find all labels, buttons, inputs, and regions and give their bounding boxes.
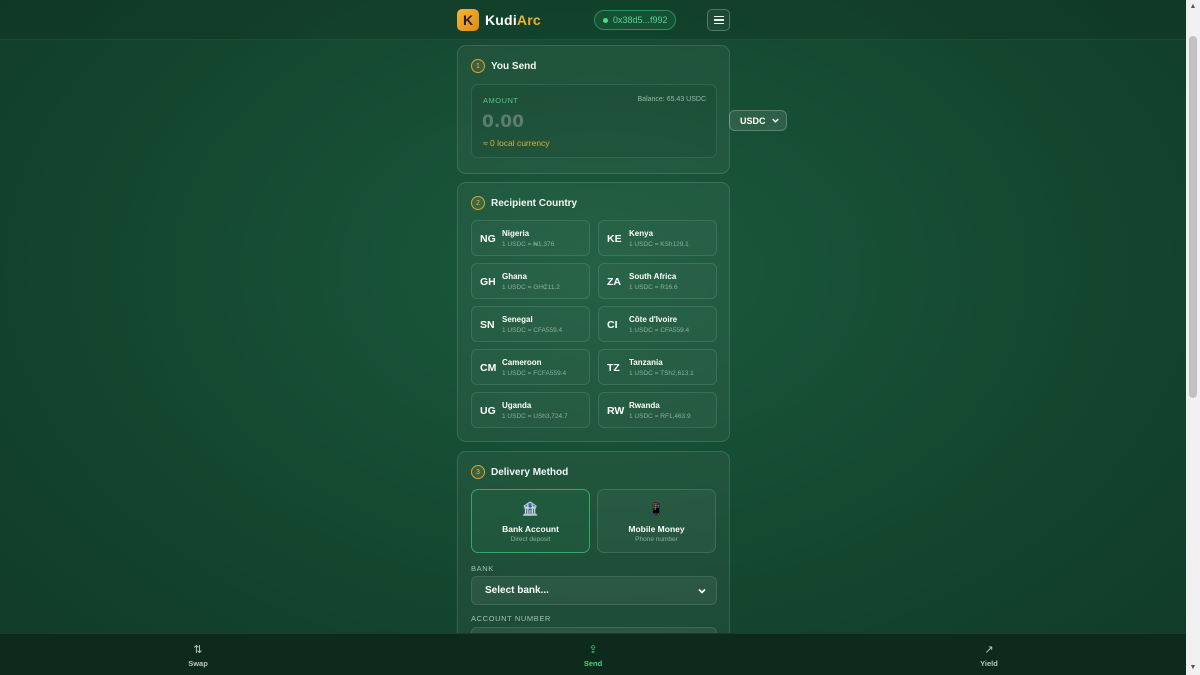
exchange-rate: 1 USDC = CFA559.4 [502,327,563,334]
exchange-rate: 1 USDC = TSh2,613.1 [629,370,694,377]
wallet-address-button[interactable]: 0x38d5...f992 [594,10,676,30]
bank-icon: 🏦 [522,501,539,516]
balance-text: Balance: 65.43 USDC [637,96,706,103]
method-name: Bank Account [502,524,559,534]
country-code: UG [480,405,496,417]
scrollbar-thumb[interactable] [1189,36,1197,398]
country-name: Uganda [502,401,532,410]
section-title: Delivery Method [491,466,569,478]
bank-select-value: Select bank... [485,585,549,596]
country-name: Nigeria [502,229,530,238]
country-option-ci[interactable]: CI Côte d'Ivoire 1 USDC = CFA559.4 [598,306,717,342]
country-option-ug[interactable]: UG Uganda 1 USDC = USh3,724.7 [471,392,590,428]
section-title: You Send [491,60,537,72]
trend-up-icon: ↗ [984,644,994,656]
phone-icon: 📱 [648,501,665,516]
top-bar: K KudiArc 0x38d5...f992 [0,0,1186,40]
country-code: RW [607,405,625,417]
scroll-up-arrow-icon[interactable]: ▲ [1186,0,1200,14]
exchange-rate: 1 USDC = CFA559.4 [629,327,690,334]
swap-icon: ⇅ [193,644,203,656]
amount-input[interactable] [482,111,642,133]
page-scrollbar[interactable]: ▲ ▼ [1186,0,1200,675]
nav-label: Yield [980,659,998,668]
menu-button[interactable] [707,9,730,31]
bottom-nav: ⇅ Swap ⇪ Send ↗ Yield [0,633,1186,675]
recipient-country-header: 2 Recipient Country [471,196,577,210]
recipient-country-card: 2 Recipient Country NG Nigeria 1 USDC = ₦1… [457,182,730,442]
currency-value: USDC [740,115,766,126]
country-option-gh[interactable]: GH Ghana 1 USDC = GH₵11.2 [471,263,590,299]
exchange-rate: 1 USDC = ₦1,376 [502,241,555,248]
country-code: ZA [607,276,621,288]
connected-status-dot [603,17,608,23]
exchange-rate: 1 USDC = USh3,724.7 [502,413,568,420]
exchange-rate: 1 USDC = FCFA559.4 [502,370,567,377]
delivery-method-header: 3 Delivery Method [471,465,568,479]
method-name: Mobile Money [628,524,685,534]
logo[interactable]: K KudiArc [457,9,541,31]
exchange-rate: 1 USDC = R16.6 [629,284,678,291]
amount-label: AMOUNT [483,96,519,105]
country-option-rw[interactable]: RW Rwanda 1 USDC = RF1,463.9 [598,392,717,428]
country-code: TZ [607,362,620,374]
country-option-sn[interactable]: SN Senegal 1 USDC = CFA559.4 [471,306,590,342]
wallet-address: 0x38d5...f992 [613,15,668,25]
section-title: Recipient Country [491,197,578,209]
logo-text: KudiArc [485,12,541,28]
you-send-header: 1 You Send [471,59,536,73]
account-number-label: ACCOUNT NUMBER [471,614,551,623]
method-subtitle: Direct deposit [510,536,551,543]
country-name: Côte d'Ivoire [629,315,678,324]
chevron-down-icon [772,118,779,123]
country-name: South Africa [629,272,677,281]
country-name: Senegal [502,315,533,324]
country-code: CI [607,319,618,331]
local-currency-estimate: ≈ 0 local currency [483,138,550,148]
country-code: NG [480,233,496,245]
chevron-down-icon [698,588,706,594]
nav-swap[interactable]: ⇅ Swap [168,643,228,668]
hamburger-icon [713,15,724,25]
country-name: Ghana [502,272,527,281]
country-code: KE [607,233,622,245]
step-badge: 3 [471,465,485,479]
country-name: Kenya [629,229,654,238]
bank-select[interactable]: Select bank... [471,576,717,605]
country-name: Rwanda [629,401,660,410]
currency-select[interactable]: USDC [729,110,787,131]
country-option-ng[interactable]: NG Nigeria 1 USDC = ₦1,376 [471,220,590,256]
exchange-rate: 1 USDC = GH₵11.2 [502,284,560,291]
method-mobile-money[interactable]: 📱 Mobile Money Phone number [597,489,716,553]
nav-yield[interactable]: ↗ Yield [959,643,1019,668]
country-option-ke[interactable]: KE Kenya 1 USDC = KSh129.1 [598,220,717,256]
country-code: CM [480,362,497,374]
nav-label: Send [583,659,603,668]
country-name: Tanzania [629,358,663,367]
country-code: GH [480,276,496,288]
exchange-rate: 1 USDC = RF1,463.9 [629,413,691,420]
scroll-down-arrow-icon[interactable]: ▼ [1186,661,1200,675]
nav-send[interactable]: ⇪ Send [563,643,623,668]
you-send-card: 1 You Send AMOUNT Balance: 65.43 USDC ≈ … [457,45,730,174]
country-option-tz[interactable]: TZ Tanzania 1 USDC = TSh2,613.1 [598,349,717,385]
method-subtitle: Phone number [635,536,678,543]
send-icon: ⇪ [588,644,598,656]
country-option-za[interactable]: ZA South Africa 1 USDC = R16.6 [598,263,717,299]
country-code: SN [480,319,495,331]
method-bank-account[interactable]: 🏦 Bank Account Direct deposit [471,489,590,553]
exchange-rate: 1 USDC = KSh129.1 [629,241,689,248]
country-name: Cameroon [502,358,542,367]
bank-label: BANK [471,564,494,573]
nav-label: Swap [188,659,208,668]
step-badge: 1 [471,59,485,73]
amount-box: AMOUNT Balance: 65.43 USDC ≈ 0 local cur… [471,84,717,158]
logo-mark: K [457,9,479,31]
step-badge: 2 [471,196,485,210]
country-option-cm[interactable]: CM Cameroon 1 USDC = FCFA559.4 [471,349,590,385]
